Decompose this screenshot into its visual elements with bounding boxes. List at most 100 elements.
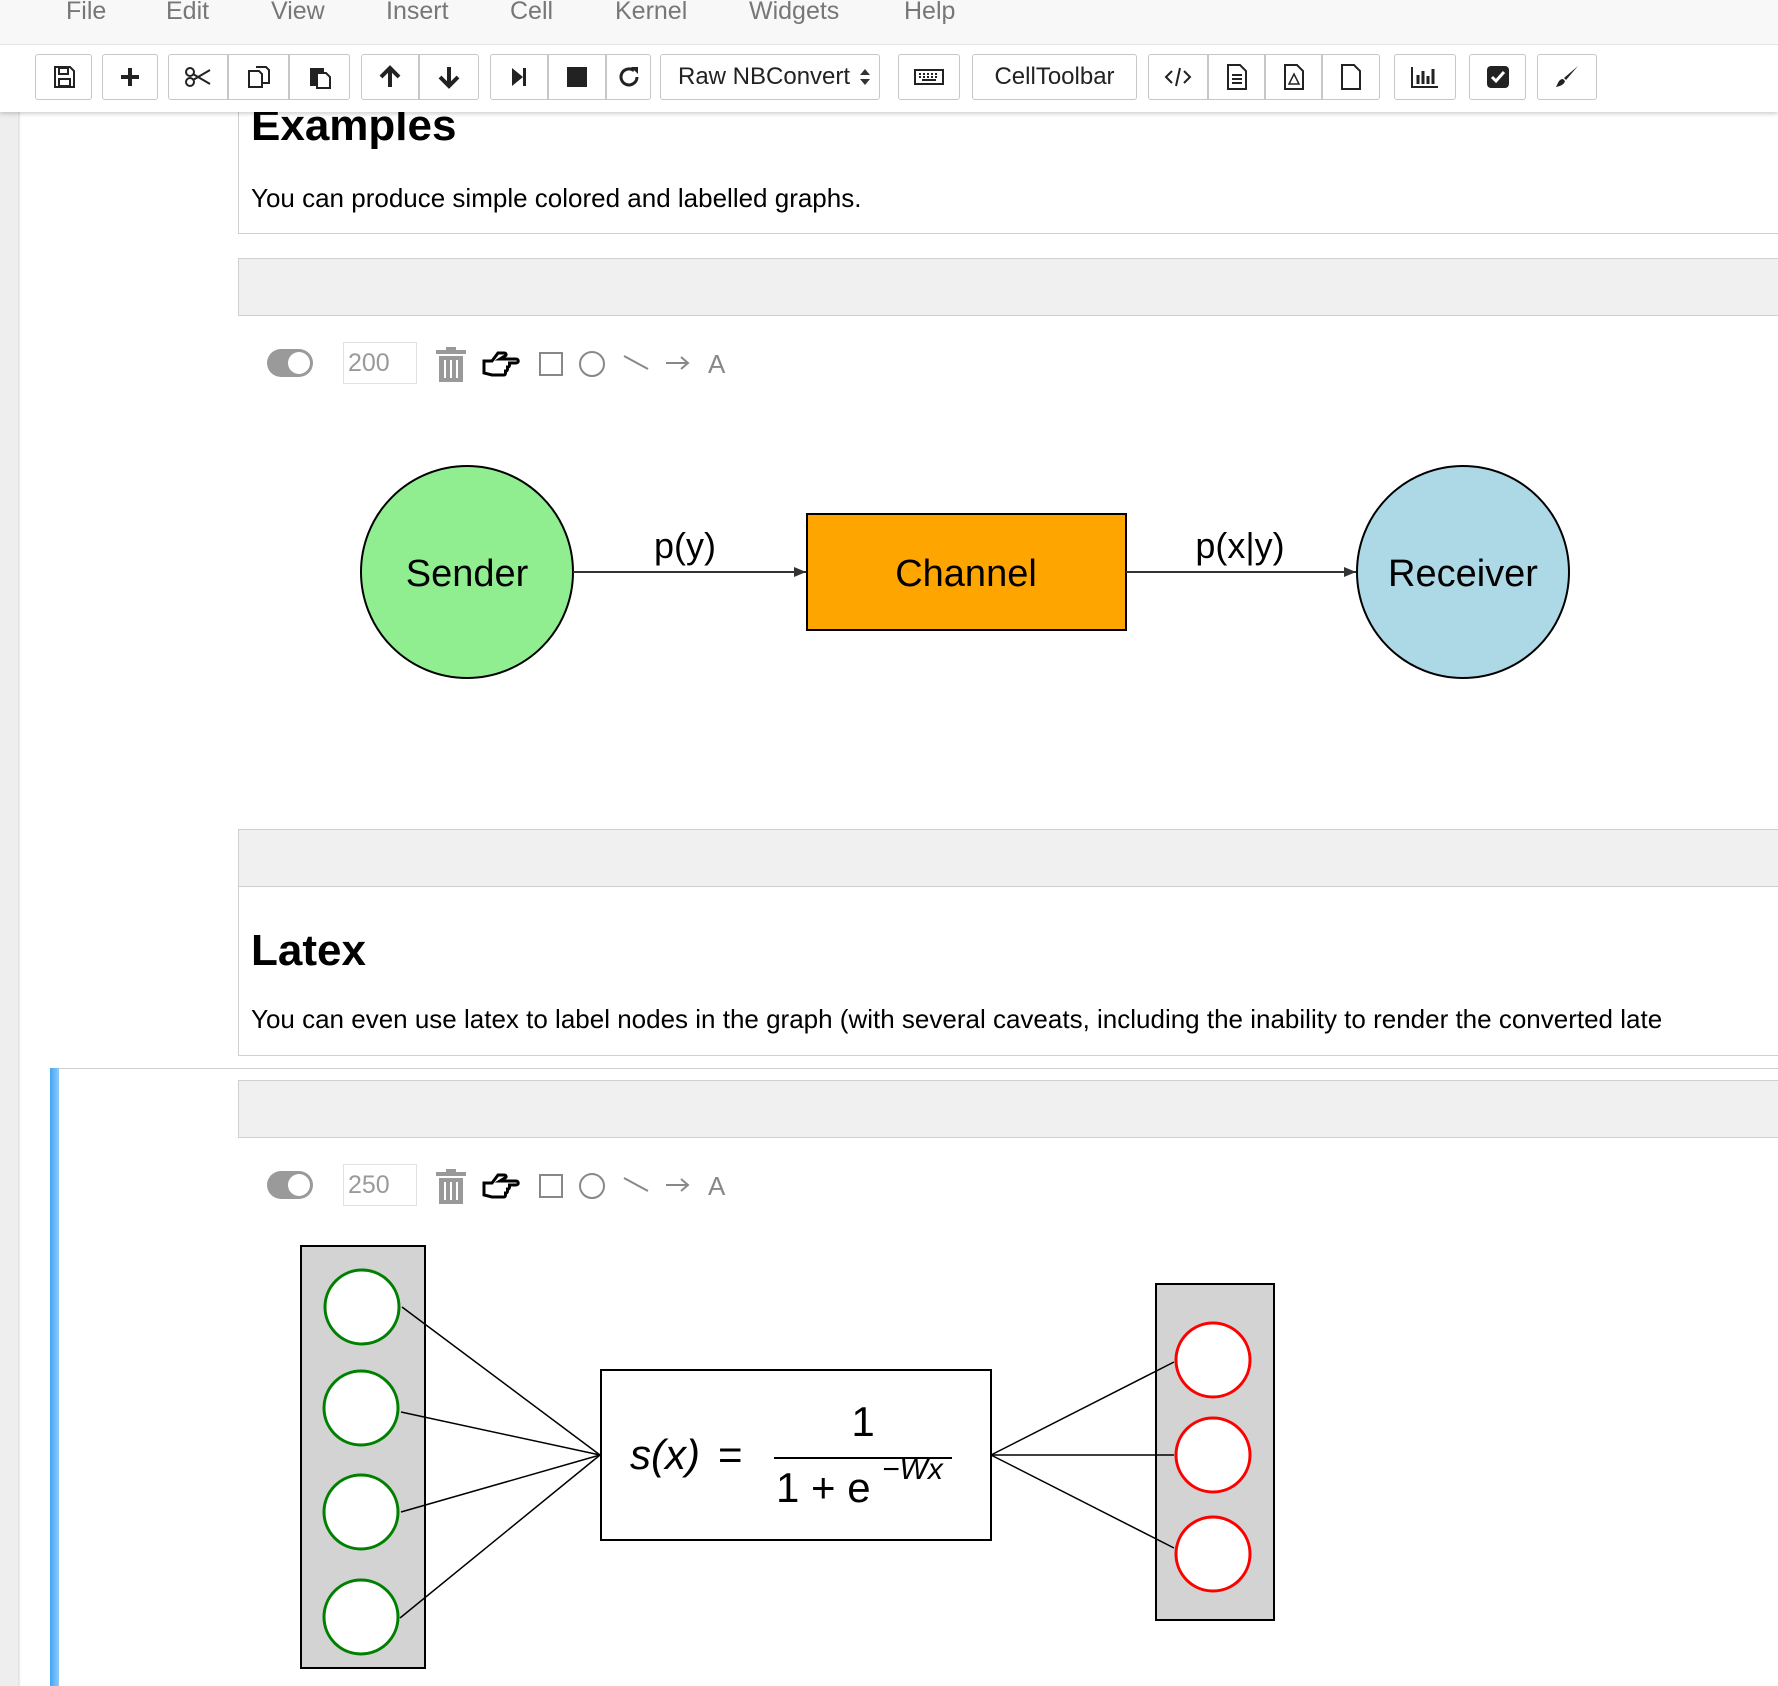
paint-button[interactable] bbox=[1537, 54, 1597, 100]
interrupt-kernel-button[interactable] bbox=[548, 54, 606, 100]
text-icon[interactable]: A bbox=[708, 1171, 726, 1201]
cell-type-select[interactable]: Raw NBConvert bbox=[660, 54, 880, 100]
formula-denominator: 1 + e bbox=[776, 1464, 871, 1511]
bar-chart-icon bbox=[1411, 67, 1438, 88]
output-nodes bbox=[1174, 1321, 1252, 1593]
canvas-size-input-2[interactable]: 250 bbox=[343, 1164, 417, 1206]
file-icon bbox=[1341, 64, 1361, 90]
toggle-switch-2[interactable] bbox=[267, 1171, 313, 1199]
notebook-gutter bbox=[0, 112, 18, 1686]
input-node[interactable] bbox=[322, 1369, 400, 1447]
menu-view[interactable]: View bbox=[271, 0, 325, 26]
input-node[interactable] bbox=[322, 1578, 400, 1656]
toggle-switch[interactable] bbox=[267, 349, 313, 377]
export-pdf-button[interactable] bbox=[1265, 54, 1322, 100]
menu-file[interactable]: File bbox=[66, 0, 106, 26]
formula-exponent: −Wx bbox=[882, 1453, 944, 1486]
graph1-input-area[interactable] bbox=[238, 258, 1778, 316]
keyboard-icon bbox=[914, 69, 944, 85]
trash-icon[interactable] bbox=[436, 1169, 466, 1204]
square-icon[interactable] bbox=[539, 352, 563, 376]
input-node[interactable] bbox=[323, 1268, 401, 1346]
command-palette-button[interactable] bbox=[898, 54, 960, 100]
save-button[interactable] bbox=[35, 54, 92, 100]
sender-node[interactable]: Sender bbox=[360, 465, 574, 679]
code-icon bbox=[1164, 67, 1192, 87]
channel-node[interactable]: Channel bbox=[806, 513, 1127, 631]
arrow-icon[interactable] bbox=[666, 356, 690, 370]
graph2-input-area[interactable] bbox=[238, 1080, 1778, 1138]
file-pdf-icon bbox=[1283, 64, 1304, 90]
trash-icon[interactable] bbox=[436, 347, 466, 382]
menu-edit[interactable]: Edit bbox=[166, 0, 209, 26]
run-cell-button[interactable] bbox=[490, 54, 548, 100]
canvas-tools-2: A bbox=[436, 1169, 726, 1204]
arrow-up-icon bbox=[379, 65, 401, 87]
latex-input-area[interactable] bbox=[238, 829, 1778, 887]
sender-label: Sender bbox=[406, 553, 529, 595]
select-caret-icon bbox=[860, 69, 870, 85]
output-node[interactable] bbox=[1174, 1515, 1252, 1593]
hand-pointer-icon[interactable] bbox=[482, 1173, 520, 1199]
move-up-button[interactable] bbox=[361, 54, 419, 100]
paste-icon bbox=[309, 68, 331, 89]
code-view-button[interactable] bbox=[1148, 54, 1208, 100]
channel-label: Channel bbox=[895, 553, 1037, 595]
square-icon[interactable] bbox=[539, 1174, 563, 1198]
output-node[interactable] bbox=[1174, 1321, 1252, 1399]
menu-insert[interactable]: Insert bbox=[386, 0, 449, 26]
refresh-icon bbox=[619, 67, 638, 87]
selected-cell-top-border bbox=[50, 1068, 1778, 1069]
cell-type-value: Raw NBConvert bbox=[678, 63, 851, 90]
input-node[interactable] bbox=[322, 1473, 400, 1551]
chart-button[interactable] bbox=[1394, 54, 1456, 100]
arrow-icon[interactable] bbox=[666, 1178, 690, 1192]
graph1-canvas: Sender p(y) Channel p(x|y) Receiver bbox=[360, 465, 1570, 679]
menu-kernel[interactable]: Kernel bbox=[615, 0, 687, 26]
move-down-button[interactable] bbox=[419, 54, 479, 100]
export-file-button[interactable] bbox=[1322, 54, 1380, 100]
celltoolbar-label: CellToolbar bbox=[994, 63, 1115, 90]
notebook-header: File Edit View Insert Cell Kernel Widget… bbox=[0, 0, 1778, 112]
check-button[interactable] bbox=[1469, 54, 1526, 100]
output-node[interactable] bbox=[1174, 1416, 1252, 1494]
line-icon[interactable] bbox=[623, 1177, 649, 1192]
celltoolbar-button[interactable]: CellToolbar bbox=[972, 54, 1137, 100]
paint-brush-icon bbox=[1556, 66, 1578, 87]
edge-in3 bbox=[400, 1454, 601, 1513]
canvas-tools-1: A bbox=[436, 347, 726, 382]
step-forward-icon bbox=[512, 68, 526, 86]
sigmoid-node[interactable]: s(x) = 1 1 + e −Wx bbox=[600, 1369, 992, 1541]
insert-cell-button[interactable] bbox=[102, 54, 158, 100]
paste-button[interactable] bbox=[289, 54, 350, 100]
file-text-icon bbox=[1226, 64, 1247, 90]
formula-numerator: 1 bbox=[851, 1398, 874, 1445]
circle-icon[interactable] bbox=[579, 1173, 605, 1199]
menu-widgets[interactable]: Widgets bbox=[749, 0, 839, 26]
cut-button[interactable] bbox=[168, 54, 228, 100]
graph2-canvas: s(x) = 1 1 + e −Wx bbox=[300, 1245, 1275, 1669]
restart-kernel-button[interactable] bbox=[606, 54, 651, 100]
receiver-label: Receiver bbox=[1388, 553, 1538, 595]
toggle-knob bbox=[288, 352, 310, 374]
circle-icon[interactable] bbox=[579, 351, 605, 377]
export-text-button[interactable] bbox=[1208, 54, 1265, 100]
hand-pointer-icon[interactable] bbox=[482, 351, 520, 377]
menu-cell[interactable]: Cell bbox=[510, 0, 553, 26]
text-icon[interactable]: A bbox=[708, 349, 726, 379]
menubar: File Edit View Insert Cell Kernel Widget… bbox=[0, 0, 1778, 45]
edge-label-pxy: p(x|y) bbox=[1195, 525, 1284, 566]
canvas-size-input[interactable]: 200 bbox=[343, 342, 417, 384]
edge-in4 bbox=[399, 1454, 601, 1619]
latex-heading: Latex bbox=[251, 926, 366, 975]
selected-cell-indicator bbox=[50, 1068, 59, 1686]
receiver-node[interactable]: Receiver bbox=[1356, 465, 1570, 679]
copy-button[interactable] bbox=[228, 54, 289, 100]
menu-help[interactable]: Help bbox=[904, 0, 955, 26]
check-square-icon bbox=[1486, 66, 1509, 88]
line-icon[interactable] bbox=[623, 355, 649, 370]
stop-icon bbox=[567, 67, 587, 87]
latex-text: You can even use latex to label nodes in… bbox=[251, 1004, 1663, 1034]
formula-equals: = bbox=[718, 1431, 743, 1478]
arrow-down-icon bbox=[438, 67, 460, 89]
